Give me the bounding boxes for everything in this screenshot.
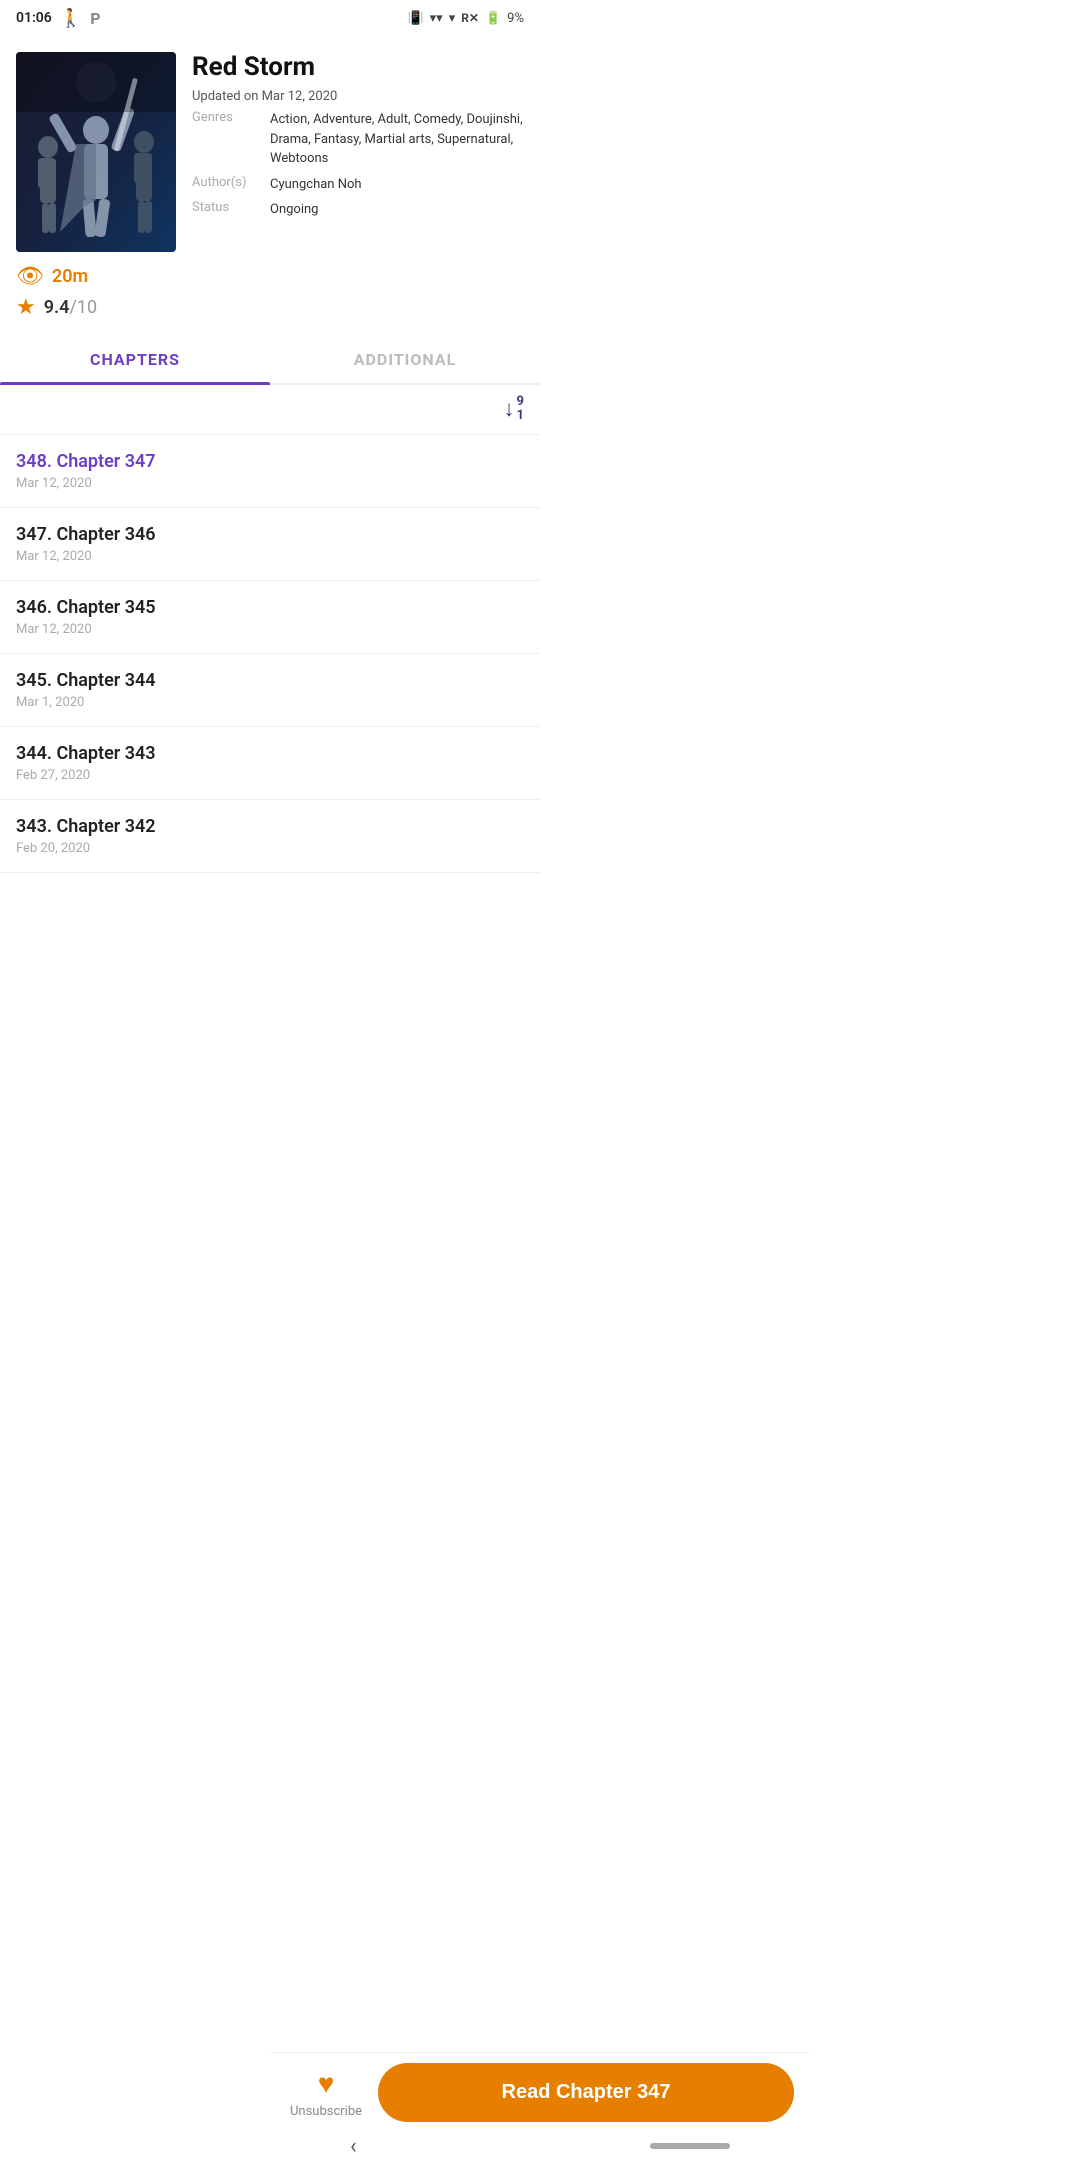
chapter-title: 345. Chapter 344 [16, 670, 524, 691]
status-icons: 📳 ▾▾ ▾ R✕ 🔋 9% [407, 11, 524, 26]
views-row: 👁 20m [16, 264, 524, 289]
status-bar: 01:06 🚶 P 📳 ▾▾ ▾ R✕ 🔋 9% [0, 0, 540, 36]
rating-display: 9.4/10 [44, 297, 97, 318]
manga-header: Red Storm Updated on Mar 12, 2020 Genres… [0, 36, 540, 260]
rating-row: ★ 9.4/10 [16, 295, 524, 320]
chapter-date: Mar 1, 2020 [16, 695, 524, 710]
sort-button[interactable]: ↓ 9 1 [504, 395, 524, 424]
bottom-bar: ♥ Unsubscribe Read Chapter 347 [270, 2052, 810, 2132]
heart-icon: ♥ [318, 2067, 335, 2100]
chapter-title: 347. Chapter 346 [16, 524, 524, 545]
back-button[interactable]: ‹ [350, 2134, 357, 2159]
tabs-container: CHAPTERS ADDITIONAL [0, 336, 540, 385]
r-icon: R✕ [461, 11, 479, 25]
status-time: 01:06 🚶 P [16, 8, 101, 29]
chapter-date: Mar 12, 2020 [16, 549, 524, 564]
vibrate-icon: 📳 [407, 11, 423, 26]
tab-additional[interactable]: ADDITIONAL [270, 336, 540, 383]
sort-numbers: 9 1 [517, 395, 524, 424]
chapter-item[interactable]: 348. Chapter 347 Mar 12, 2020 [0, 435, 540, 508]
manga-title: Red Storm [192, 52, 524, 83]
chapter-title: 344. Chapter 343 [16, 743, 524, 764]
signal-icon: ▾▾ [430, 11, 443, 26]
battery-level: 9% [507, 11, 524, 26]
manga-cover [16, 52, 176, 252]
chapter-date: Feb 20, 2020 [16, 841, 524, 856]
eye-icon: 👁 [16, 264, 44, 289]
views-count: 20m [52, 266, 88, 287]
chapter-title: 348. Chapter 347 [16, 451, 524, 472]
manga-stats: 👁 20m ★ 9.4/10 [0, 260, 540, 332]
chapter-item[interactable]: 346. Chapter 345 Mar 12, 2020 [0, 581, 540, 654]
home-indicator[interactable] [650, 2143, 730, 2149]
genres-row: Genres Action, Adventure, Adult, Comedy,… [192, 110, 524, 169]
sort-arrow-icon: ↓ [504, 396, 515, 422]
chapter-item[interactable]: 347. Chapter 346 Mar 12, 2020 [0, 508, 540, 581]
nav-bar: ‹ [270, 2132, 810, 2160]
manga-info: Red Storm Updated on Mar 12, 2020 Genres… [192, 52, 524, 252]
chapter-title: 343. Chapter 342 [16, 816, 524, 837]
rating-denom: /10 [69, 297, 97, 318]
chapter-date: Mar 12, 2020 [16, 476, 524, 491]
manga-updated: Updated on Mar 12, 2020 [192, 89, 524, 104]
status-row: Status Ongoing [192, 200, 524, 220]
star-icon: ★ [16, 295, 36, 320]
chapter-list: 348. Chapter 347Mar 12, 2020347. Chapter… [0, 434, 540, 873]
chapter-item[interactable]: 344. Chapter 343 Feb 27, 2020 [0, 727, 540, 800]
chapter-title: 346. Chapter 345 [16, 597, 524, 618]
chapter-item[interactable]: 343. Chapter 342 Feb 20, 2020 [0, 800, 540, 873]
person-icon: 🚶 [60, 8, 82, 29]
unsubscribe-label: Unsubscribe [290, 2104, 362, 2119]
rating-value: 9.4 [44, 297, 70, 318]
read-chapter-button[interactable]: Read Chapter 347 [378, 2063, 794, 2122]
p-icon: P [90, 9, 100, 28]
chapter-item[interactable]: 345. Chapter 344 Mar 1, 2020 [0, 654, 540, 727]
unsubscribe-button[interactable]: ♥ Unsubscribe [286, 2067, 366, 2119]
chapter-list-header: ↓ 9 1 [0, 385, 540, 434]
cover-art [16, 52, 176, 252]
chapter-date: Feb 27, 2020 [16, 768, 524, 783]
authors-row: Author(s) Cyungchan Noh [192, 175, 524, 195]
time-display: 01:06 [16, 10, 52, 26]
wifi-icon: ▾ [449, 11, 456, 26]
tab-chapters[interactable]: CHAPTERS [0, 336, 270, 383]
chapter-date: Mar 12, 2020 [16, 622, 524, 637]
battery-icon: 🔋 [485, 11, 501, 26]
